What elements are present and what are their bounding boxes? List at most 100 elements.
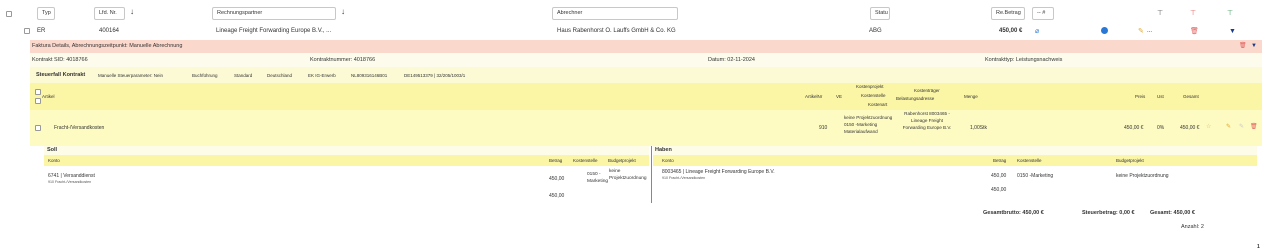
edit-icon[interactable]: ✎ [1138,28,1144,35]
haben-col-betrag: Betrag [993,158,1007,163]
haben-col-konto: Konto [662,158,674,163]
soll-col-kostenstelle: Kostenstelle [573,158,598,163]
rebetrag-filter[interactable]: Re.Betrag [991,7,1025,20]
edit-icon[interactable]: ✎ [1226,124,1231,131]
col-kostenstelle: Kostenstelle [861,93,886,98]
soll-col-betrag: Betrag [549,158,563,163]
rechnungspartner-filter[interactable]: Rechnungspartner [212,7,336,20]
de-ustid: DE149513379 | 32/205/1003/1 [404,73,466,78]
row-partner: Lineage Freight Forwarding Europe B.V., … [216,28,332,34]
select-all-checkbox[interactable] [6,11,12,17]
haben-konto: 8003465 | Lineage Freight Forwarding Eur… [662,169,775,175]
soll-konto: 6741 | Versanddienst [48,173,95,179]
anzahl: Anzahl: 2 [1181,224,1204,230]
col-kostentraeger: Kostenträger [914,88,940,93]
buchfuehrung: Buchführung [192,73,218,78]
artikel-ust: 0% [1157,125,1165,131]
delete-icon[interactable]: 🗑 [1239,43,1247,50]
artikel-checkbox[interactable] [35,98,41,104]
haben-header [653,155,1257,166]
row-lfd-nr: 400164 [99,28,120,34]
info-icon[interactable] [1101,27,1108,34]
sort-arrow-icon[interactable]: ↓ [130,8,134,16]
artikel-kosten: keine Projektzuordnung 0150 -Marketing M… [844,115,893,134]
artikel-checkbox[interactable] [35,89,41,95]
steuerfall-band: Steuerfall Kontrakt Manuelle Steuerparam… [30,67,1262,83]
soll-title-band [44,146,649,155]
filter-add-icon[interactable]: ⊤ [1227,10,1233,17]
ek-erwerb: EK IG-Erwerb [308,73,336,78]
haben-sum: 450,00 [991,187,1007,193]
haben-col-kostenstelle: Kostenstelle [1017,158,1042,163]
kontrakt-typ: Kontrakttyp: Leistungsnachweis [985,57,1063,63]
artikel-row-checkbox[interactable] [35,125,41,131]
steuerfall-label: Steuerfall Kontrakt [36,72,86,78]
edit-disabled-icon: ✎ [1239,124,1245,130]
faktura-title: Faktura Details, Abrechnungszeitpunkt: M… [32,43,183,49]
col-preis: Preis [1135,94,1146,99]
gesamt: Gesamt: 450,00 € [1150,210,1195,216]
star-icon[interactable]: ☆ [1206,124,1211,131]
artikel-name: Fracht-/Versandkosten [54,125,105,131]
artikel-preis: 450,00 € [1124,125,1144,131]
steuerbetrag: Steuerbetrag: 0,00 € [1082,210,1135,216]
haben-col-budget: Budgetprojekt [1116,158,1144,163]
haben-title: Haben [655,147,672,153]
artikel-menge-value: 1,00 [970,125,980,131]
artikel-einheit: Stk [979,125,987,131]
gesamtbrutto: Gesamtbrutto: 450,00 € [983,210,1044,216]
artikel-gesamt: 450,00 € [1180,125,1200,131]
col-gesamt: Gesamt [1183,94,1199,99]
expand-icon[interactable]: ▼ [1229,28,1236,35]
kontrakt-sid: Kontrakt SID: 4018766 [32,57,88,63]
kontrakt-info: Kontrakt SID: 4018766 Kontraktnummer: 40… [30,53,1262,67]
delete-icon[interactable]: 🗑 [1250,124,1258,131]
status-filter[interactable]: Statu [870,7,890,20]
row-typ: ER [37,28,46,34]
row-ellipsis: ... [1147,28,1153,34]
col-belastungsadresse: Belastungsadresse [896,96,935,101]
standard: Standard [234,73,253,78]
artikel-row[interactable]: Fracht-/Versandkosten 910 keine Projektz… [30,110,1262,146]
filter-icon[interactable]: ⊤ [1157,10,1163,17]
sort-arrow-icon[interactable]: ↓ [341,8,345,16]
row-checkbox[interactable] [24,28,30,34]
page-number[interactable]: 1 [1257,244,1260,250]
soll-col-konto: Konto [48,158,60,163]
col-ve: VE [836,94,843,99]
page-size-dropdown[interactable]: -- # [1032,7,1054,20]
collapse-icon[interactable]: ▼ [1251,43,1257,50]
col-menge: Menge [964,94,978,99]
col-artikelnr: ArtikelNr [805,94,823,99]
nl-ustid: NL809316146B01 [351,73,388,78]
soll-konto-sub: 910 Fracht-/Versandkosten [48,180,92,184]
row-abrechner: Haus Rabenhorst O. Lauffs GmbH & Co. KG [557,28,676,34]
kontrakt-datum: Datum: 02-11-2024 [708,57,755,63]
artikel-menge: 1,00Stk [970,125,987,131]
row-status: ABG [869,28,882,34]
filter-remove-icon[interactable]: ⊤ [1190,10,1196,17]
soll-kostenstelle: 0150 - Marketing [587,172,609,184]
land: Deutschland [267,73,293,78]
soll-haben-divider [651,146,652,203]
faktura-header: Faktura Details, Abrechnungszeitpunkt: M… [30,40,1262,53]
manuelle-steuer: Manuelle Steuerparameter: Nein [98,73,164,78]
attachment-icon[interactable]: ⌀ [1035,28,1039,35]
delete-icon[interactable]: 🗑 [1190,28,1199,35]
soll-col-budget: Budgetprojekt [608,158,636,163]
col-kostenart: Kostenart [868,102,888,107]
typ-filter[interactable]: Typ [37,7,55,20]
haben-title-band [653,146,1257,155]
col-artikel: Artikel [42,94,55,99]
haben-betrag: 450,00 [991,173,1007,179]
abrechner-filter[interactable]: Abrechner [552,7,678,20]
haben-kostenstelle: 0150 -Marketing [1017,173,1054,179]
col-ust: Ust [1157,94,1164,99]
soll-title: Soll [47,147,58,153]
soll-sum: 450,00 [549,193,565,199]
soll-betrag: 450,00 [549,176,565,182]
artikel-belastung: Rabenhorst 8003465 - Lineage Freight For… [902,111,952,130]
lfd-nr-filter[interactable]: Lfd. Nr. [94,7,125,20]
kontrakt-nummer: Kontraktnummer: 4018766 [310,57,376,63]
row-betrag: 450,00 € [999,28,1023,34]
